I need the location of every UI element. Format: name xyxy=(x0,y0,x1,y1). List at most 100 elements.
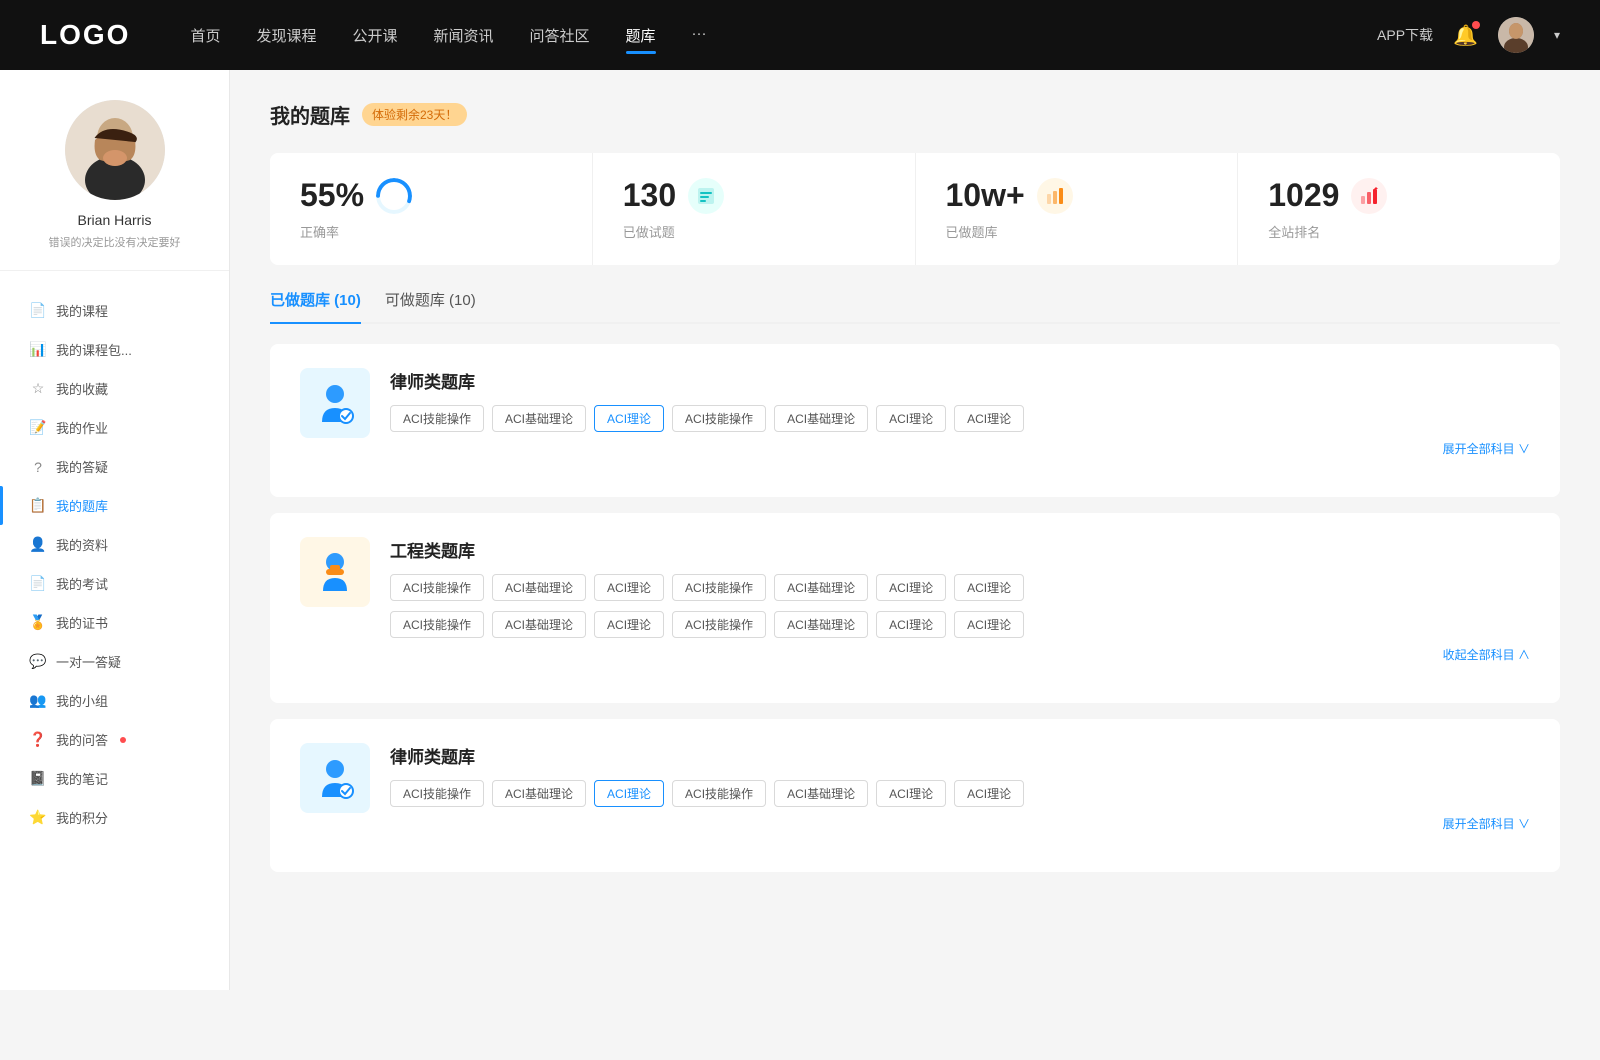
avatar[interactable] xyxy=(1498,17,1534,53)
qbank-header-1: 律师类题库 ACI技能操作 ACI基础理论 ACI理论 ACI技能操作 ACI基… xyxy=(300,368,1530,457)
sidebar-item-my-packages[interactable]: 📊 我的课程包... xyxy=(0,330,229,369)
qbank-icon-wrap-lawyer xyxy=(300,368,370,438)
sidebar-item-my-cert[interactable]: 🏅 我的证书 xyxy=(0,603,229,642)
qbank-tag[interactable]: ACI理论 xyxy=(954,574,1024,601)
expand-all-button-3[interactable]: 展开全部科目 ∨ xyxy=(390,815,1530,832)
navbar-right: APP下载 🔔 ▾ xyxy=(1377,17,1560,53)
sidebar-item-one-on-one[interactable]: 💬 一对一答疑 xyxy=(0,642,229,681)
qbank-tag[interactable]: ACI理论 xyxy=(594,611,664,638)
stat-rank-label: 全站排名 xyxy=(1268,222,1530,241)
qbank-tag-active[interactable]: ACI理论 xyxy=(594,405,664,432)
qbank-tag[interactable]: ACI技能操作 xyxy=(390,780,484,807)
qbank-tag[interactable]: ACI技能操作 xyxy=(672,780,766,807)
qbank-tag[interactable]: ACI基础理论 xyxy=(774,574,868,601)
qbank-icon-wrap-engineer xyxy=(300,537,370,607)
nav-menu: 首页 发现课程 公开课 新闻资讯 问答社区 题库 ··· xyxy=(190,21,1377,50)
qbank-card-lawyer-2: 律师类题库 ACI技能操作 ACI基础理论 ACI理论 ACI技能操作 ACI基… xyxy=(270,719,1560,872)
sidebar-item-my-favorites[interactable]: ☆ 我的收藏 xyxy=(0,369,229,408)
qbank-content-1: 律师类题库 ACI技能操作 ACI基础理论 ACI理论 ACI技能操作 ACI基… xyxy=(390,368,1530,457)
qbank-tag[interactable]: ACI技能操作 xyxy=(672,611,766,638)
navbar: LOGO 首页 发现课程 公开课 新闻资讯 问答社区 题库 ··· APP下载 … xyxy=(0,0,1600,70)
notification-dot xyxy=(1472,21,1480,29)
qbank-tag[interactable]: ACI理论 xyxy=(594,574,664,601)
qbank-tag[interactable]: ACI理论 xyxy=(876,780,946,807)
qbank-tag[interactable]: ACI理论 xyxy=(954,780,1024,807)
user-dropdown-icon[interactable]: ▾ xyxy=(1554,28,1560,42)
sidebar-item-my-qa[interactable]: ❓ 我的问答 xyxy=(0,720,229,759)
qbank-tag[interactable]: ACI理论 xyxy=(876,574,946,601)
stat-done-label: 已做试题 xyxy=(623,222,885,241)
nav-courses[interactable]: 发现课程 xyxy=(256,21,316,50)
user-profile: Brian Harris 错误的决定比没有决定要好 xyxy=(0,100,229,271)
nav-home[interactable]: 首页 xyxy=(190,21,220,50)
qbank-tag[interactable]: ACI理论 xyxy=(876,405,946,432)
stat-rank-top: 1029 xyxy=(1268,177,1530,214)
qbank-tag[interactable]: ACI基础理论 xyxy=(774,405,868,432)
sidebar-item-my-points[interactable]: ⭐ 我的积分 xyxy=(0,798,229,837)
sidebar-item-my-group[interactable]: 👥 我的小组 xyxy=(0,681,229,720)
sidebar-item-label: 一对一答疑 xyxy=(56,652,121,671)
expand-all-button-1[interactable]: 展开全部科目 ∨ xyxy=(390,440,1530,457)
nav-open-courses[interactable]: 公开课 xyxy=(352,21,397,50)
sidebar-item-label: 我的资料 xyxy=(56,535,108,554)
my-questions-icon: ? xyxy=(30,459,46,475)
qbank-title-3: 律师类题库 xyxy=(390,743,1530,768)
qbank-tag[interactable]: ACI理论 xyxy=(954,405,1024,432)
qbank-tag[interactable]: ACI基础理论 xyxy=(492,611,586,638)
qbank-tag[interactable]: ACI技能操作 xyxy=(390,611,484,638)
sidebar-item-my-qbank[interactable]: 📋 我的题库 xyxy=(0,486,229,525)
qbank-tag[interactable]: ACI基础理论 xyxy=(492,405,586,432)
main-content: 我的题库 体验剩余23天！ 55% 正确率 xyxy=(230,70,1600,990)
my-exam-icon: 📄 xyxy=(30,576,46,592)
qbank-tag[interactable]: ACI基础理论 xyxy=(492,780,586,807)
stat-done-value: 130 xyxy=(623,177,676,214)
nav-qa[interactable]: 问答社区 xyxy=(530,21,590,50)
stat-done-questions: 130 已做试题 xyxy=(593,153,916,265)
nav-news[interactable]: 新闻资讯 xyxy=(434,21,494,50)
done-questions-icon xyxy=(688,178,724,214)
sidebar-item-my-exam[interactable]: 📄 我的考试 xyxy=(0,564,229,603)
qbank-tag[interactable]: ACI技能操作 xyxy=(672,405,766,432)
my-points-icon: ⭐ xyxy=(30,810,46,826)
qbank-tag[interactable]: ACI理论 xyxy=(876,611,946,638)
my-notes-icon: 📓 xyxy=(30,771,46,787)
qbank-tag[interactable]: ACI基础理论 xyxy=(774,780,868,807)
my-group-icon: 👥 xyxy=(30,693,46,709)
qbank-tag[interactable]: ACI技能操作 xyxy=(390,405,484,432)
qbank-tag[interactable]: ACI基础理论 xyxy=(774,611,868,638)
profile-avatar xyxy=(65,100,165,200)
stat-banks-top: 10w+ xyxy=(946,177,1208,214)
qbank-tag[interactable]: ACI理论 xyxy=(954,611,1024,638)
sidebar-item-my-profile[interactable]: 👤 我的资料 xyxy=(0,525,229,564)
collapse-all-button[interactable]: 收起全部科目 ∧ xyxy=(390,646,1530,663)
qbank-tag[interactable]: ACI技能操作 xyxy=(672,574,766,601)
sidebar-item-my-notes[interactable]: 📓 我的笔记 xyxy=(0,759,229,798)
qbank-tag[interactable]: ACI基础理论 xyxy=(492,574,586,601)
qbank-card-engineer: 工程类题库 ACI技能操作 ACI基础理论 ACI理论 ACI技能操作 ACI基… xyxy=(270,513,1560,703)
page-header: 我的题库 体验剩余23天！ xyxy=(270,100,1560,129)
sidebar-item-my-homework[interactable]: 📝 我的作业 xyxy=(0,408,229,447)
app-download-button[interactable]: APP下载 xyxy=(1377,25,1433,45)
qa-notification-dot xyxy=(120,737,126,743)
stat-done-banks: 10w+ 已做题库 xyxy=(916,153,1239,265)
qbank-card-lawyer-1: 律师类题库 ACI技能操作 ACI基础理论 ACI理论 ACI技能操作 ACI基… xyxy=(270,344,1560,497)
tab-available-banks[interactable]: 可做题库 (10) xyxy=(385,289,476,322)
my-qa-icon: ❓ xyxy=(30,732,46,748)
my-homework-icon: 📝 xyxy=(30,420,46,436)
sidebar-item-label: 我的课程 xyxy=(56,301,108,320)
sidebar-item-label: 我的题库 xyxy=(56,496,108,515)
qbank-tag[interactable]: ACI技能操作 xyxy=(390,574,484,601)
my-profile-icon: 👤 xyxy=(30,537,46,553)
qbank-title-1: 律师类题库 xyxy=(390,368,1530,393)
nav-question-bank[interactable]: 题库 xyxy=(626,21,656,50)
user-motto: 错误的决定比没有决定要好 xyxy=(49,234,181,250)
qbank-tag-active[interactable]: ACI理论 xyxy=(594,780,664,807)
sidebar-item-my-questions[interactable]: ? 我的答疑 xyxy=(0,447,229,486)
sidebar-item-my-courses[interactable]: 📄 我的课程 xyxy=(0,291,229,330)
nav-more[interactable]: ··· xyxy=(692,21,707,50)
notification-bell-icon[interactable]: 🔔 xyxy=(1453,23,1478,48)
sidebar-item-label: 我的积分 xyxy=(56,808,108,827)
qbank-tags-row2: ACI技能操作 ACI基础理论 ACI理论 ACI技能操作 ACI基础理论 AC… xyxy=(390,611,1530,638)
done-banks-icon xyxy=(1037,178,1073,214)
tab-done-banks[interactable]: 已做题库 (10) xyxy=(270,289,361,322)
